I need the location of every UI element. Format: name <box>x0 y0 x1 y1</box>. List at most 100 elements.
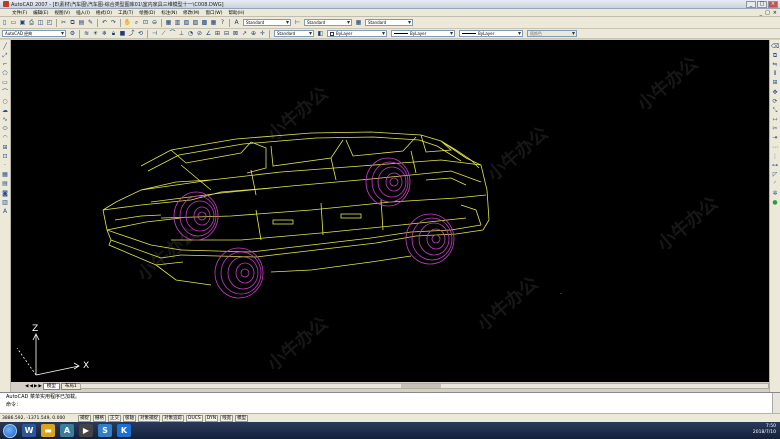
point-icon[interactable]: · <box>1 162 9 170</box>
ortho-toggle[interactable]: 正交 <box>108 414 121 422</box>
table-style-select[interactable]: Standard <box>365 19 413 26</box>
explode-icon[interactable]: ✲ <box>771 190 779 198</box>
close-button[interactable]: × <box>768 1 778 8</box>
doc-close-button[interactable]: × <box>773 10 777 16</box>
table-icon[interactable]: ▥ <box>1 199 9 207</box>
design-center-icon[interactable]: ▥ <box>174 19 182 27</box>
line-icon[interactable]: ╱ <box>1 43 9 51</box>
aligned-icon[interactable]: ⟋ <box>160 30 168 38</box>
folder-icon[interactable]: ▬ <box>41 424 55 437</box>
plot-style-select[interactable]: 随颜色 <box>527 30 577 37</box>
menu-modify[interactable]: 修改(M) <box>183 10 199 16</box>
markup-icon[interactable]: ▩ <box>201 19 209 27</box>
stretch-icon[interactable]: ⇿ <box>771 116 779 124</box>
osnap-toggle[interactable]: 对象捕捉 <box>138 414 160 422</box>
tab-last-icon[interactable]: ▶ <box>38 384 41 389</box>
snap-toggle[interactable]: 捕捉 <box>78 414 91 422</box>
radius-icon[interactable]: ◔ <box>187 30 195 38</box>
menu-draw[interactable]: 绘图(D) <box>139 10 155 16</box>
diameter-icon[interactable]: ⊘ <box>196 30 204 38</box>
tab-model[interactable]: 模型 <box>42 382 60 390</box>
arc-length-icon[interactable]: ⌒ <box>169 30 177 38</box>
render-sphere-icon[interactable]: ● <box>771 199 779 207</box>
grid-toggle[interactable]: 栅格 <box>93 414 106 422</box>
open-icon[interactable]: ▭ <box>10 19 18 27</box>
undo-icon[interactable]: ↶ <box>101 19 109 27</box>
dyn-toggle[interactable]: DYN <box>204 414 219 422</box>
leader-icon[interactable]: ↗ <box>241 30 249 38</box>
menu-file[interactable]: 文件(F) <box>12 10 27 16</box>
kugou-icon[interactable]: K <box>117 424 131 437</box>
zoom-window-icon[interactable]: ⊡ <box>142 19 150 27</box>
move-icon[interactable]: ✥ <box>771 89 779 97</box>
menu-view[interactable]: 视图(V) <box>54 10 70 16</box>
dimension-icon[interactable]: ⊣ <box>151 30 159 38</box>
tool-palettes-icon[interactable]: ▧ <box>183 19 191 27</box>
lineweight-toggle[interactable]: 线宽 <box>220 414 234 422</box>
pan-icon[interactable]: ✋ <box>124 19 132 27</box>
doc-minimize-button[interactable]: _ <box>760 10 763 16</box>
scale-icon[interactable]: ⤡ <box>771 107 779 115</box>
command-window[interactable]: AutoCAD 菜单实用程序已加载。 命令： <box>0 392 780 414</box>
polygon-icon[interactable]: ⬠ <box>1 70 9 78</box>
layer-previous-icon[interactable]: ⟲ <box>137 30 145 38</box>
lineweight-select[interactable]: ByLayer <box>459 30 523 37</box>
quick-dim-icon[interactable]: ⊞ <box>214 30 222 38</box>
continue-icon[interactable]: ⊠ <box>232 30 240 38</box>
color-select[interactable]: ByLayer <box>327 30 387 37</box>
menu-format[interactable]: 格式(O) <box>96 10 112 16</box>
workspace-select[interactable]: AutoCAD 经典 <box>2 30 66 37</box>
rectangle-icon[interactable]: ▭ <box>1 79 9 87</box>
menu-insert[interactable]: 插入(I) <box>76 10 90 16</box>
preview-icon[interactable]: ◫ <box>37 19 45 27</box>
minimize-button[interactable]: _ <box>746 1 756 8</box>
start-button[interactable] <box>3 423 17 438</box>
model-toggle[interactable]: 模型 <box>235 414 249 422</box>
layer-manager-icon[interactable]: ≋ <box>83 30 91 38</box>
menu-window[interactable]: 窗口(W) <box>206 10 223 16</box>
ellipse-arc-icon[interactable]: ◠ <box>1 134 9 142</box>
copy-object-icon[interactable]: ⧉ <box>771 52 779 60</box>
publish-icon[interactable]: ◰ <box>46 19 54 27</box>
doc-restore-button[interactable]: □ <box>765 10 770 16</box>
mirror-icon[interactable]: ⇋ <box>771 61 779 69</box>
arc-icon[interactable]: ⌒ <box>1 89 9 97</box>
ellipse-icon[interactable]: ⬭ <box>1 125 9 133</box>
dim-style-select[interactable]: Standard <box>304 19 352 26</box>
menu-edit[interactable]: 编辑(E) <box>33 10 48 16</box>
baseline-icon[interactable]: ⊟ <box>223 30 231 38</box>
ducs-toggle[interactable]: DUCS <box>186 414 203 422</box>
multiline-text-icon[interactable]: A <box>1 208 9 216</box>
command-scrollbar[interactable] <box>772 393 780 414</box>
layer-color-icon[interactable]: ■ <box>119 30 127 38</box>
tab-layout1[interactable]: 布局1 <box>60 382 81 390</box>
help-icon[interactable]: ? <box>219 19 227 27</box>
join-icon[interactable]: ⊶ <box>771 162 779 170</box>
redo-icon[interactable]: ↷ <box>110 19 118 27</box>
linetype-select[interactable]: ByLayer <box>391 30 455 37</box>
insert-block-icon[interactable]: ⊞ <box>1 144 9 152</box>
new-icon[interactable]: ▯ <box>1 19 9 27</box>
trim-icon[interactable]: ✂ <box>771 125 779 133</box>
erase-icon[interactable]: ⌫ <box>771 43 779 51</box>
mleader-style-select[interactable]: Standard <box>274 30 314 37</box>
hatch-icon[interactable]: ▦ <box>1 171 9 179</box>
gradient-icon[interactable]: ▤ <box>1 180 9 188</box>
break-icon[interactable]: ⋮ <box>771 153 779 161</box>
zoom-realtime-icon[interactable]: ⌕ <box>133 19 141 27</box>
save-icon[interactable]: ▣ <box>19 19 27 27</box>
command-prompt[interactable]: 命令： <box>0 401 780 409</box>
system-clock[interactable]: 7:50 2018/7/10 <box>753 424 776 436</box>
autocad-icon[interactable]: A <box>60 424 74 437</box>
otrack-toggle[interactable]: 对象追踪 <box>162 414 184 422</box>
quickcalc-icon[interactable]: ▦ <box>210 19 218 27</box>
layer-lock-icon[interactable]: 🔒︎ <box>110 30 118 38</box>
workspace-settings-icon[interactable]: ⚙ <box>69 30 77 38</box>
maximize-button[interactable]: □ <box>757 1 767 8</box>
horizontal-scrollbar[interactable] <box>80 383 769 389</box>
fillet-icon[interactable]: ◜ <box>771 180 779 188</box>
word-icon[interactable]: W <box>22 424 36 437</box>
menu-dimension[interactable]: 标注(N) <box>161 10 177 16</box>
region-icon[interactable]: ◙ <box>1 190 9 198</box>
rotate-icon[interactable]: ⟳ <box>771 98 779 106</box>
